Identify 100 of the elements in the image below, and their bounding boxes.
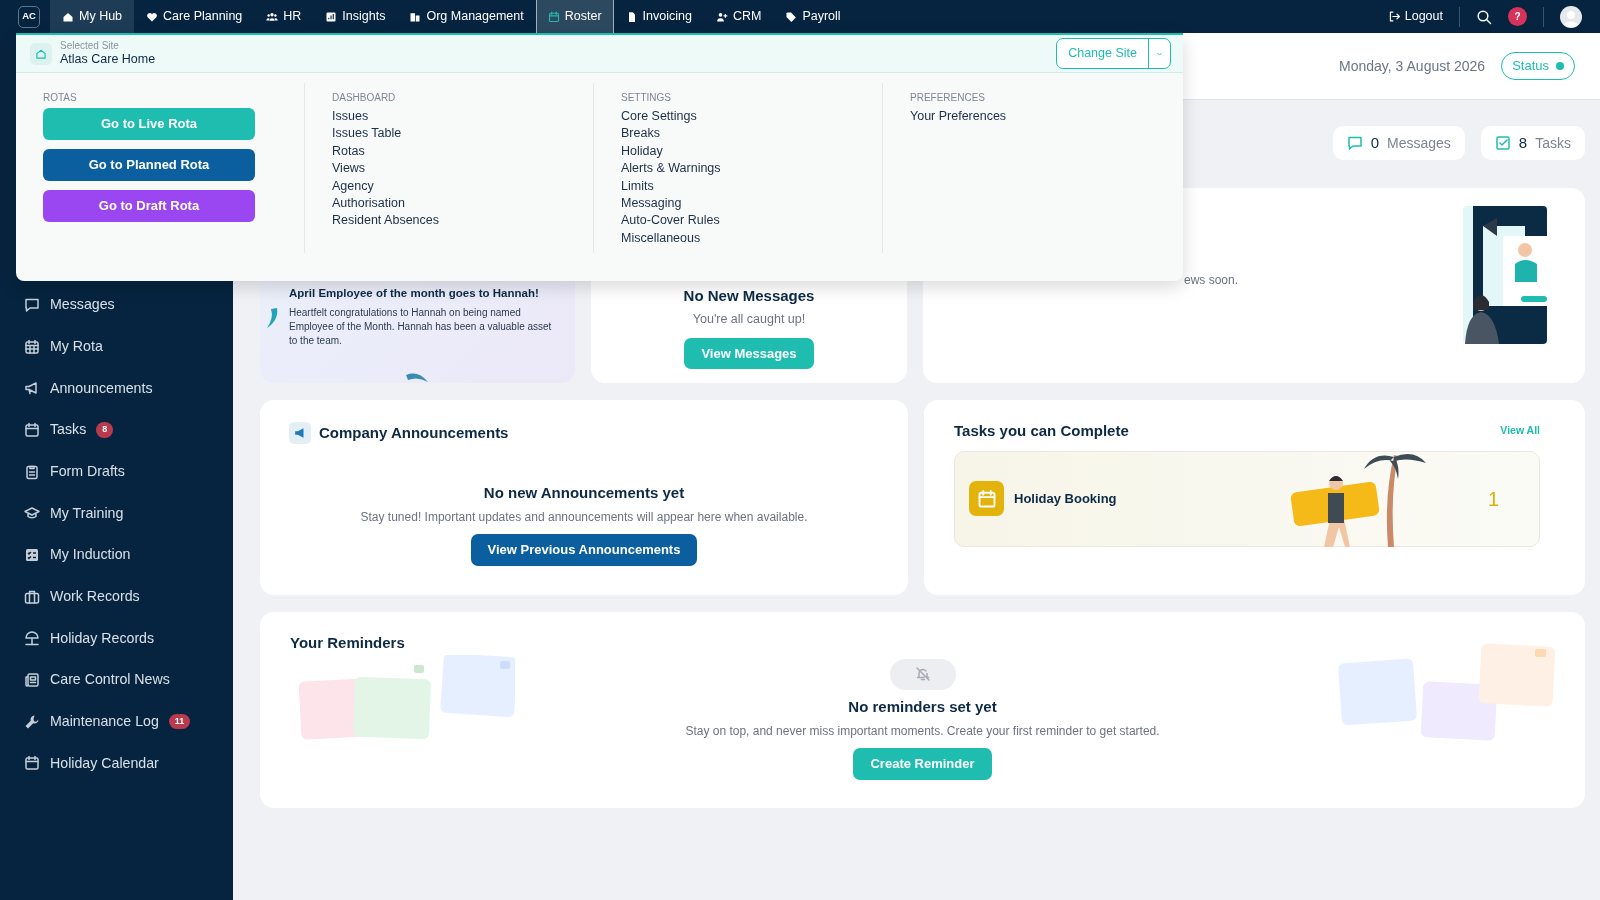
- confetti-shape: [406, 372, 428, 382]
- megaphone-icon: [24, 380, 40, 397]
- briefcase-icon: [24, 588, 40, 605]
- checklist-icon: [24, 546, 40, 563]
- sidebar-label: Work Records: [50, 587, 140, 606]
- view-announcements-button[interactable]: View Previous Announcements: [470, 534, 698, 566]
- sidebar-item[interactable]: Tasks 8: [0, 409, 233, 451]
- menu-heading: DASHBOARD: [332, 91, 397, 105]
- building-icon: [409, 10, 422, 23]
- sidebar-item[interactable]: Holiday Calendar: [0, 742, 233, 785]
- card-title: No New Messages: [683, 286, 815, 307]
- menu-link[interactable]: Agency: [332, 177, 593, 196]
- sidebar-label: Form Drafts: [50, 461, 125, 481]
- heart-icon: [146, 10, 159, 23]
- nav-tab[interactable]: CRM: [703, 0, 774, 33]
- task-row[interactable]: Holiday Booking 1: [954, 450, 1540, 547]
- sidebar-item[interactable]: My Induction: [0, 534, 233, 576]
- menu-heading: ROTAS: [43, 91, 78, 105]
- site-label: Selected Site: [60, 40, 120, 52]
- menu-link[interactable]: Alerts & Warnings: [621, 160, 882, 178]
- menu-link[interactable]: Limits: [621, 177, 882, 196]
- empty-title: No reminders set yet: [848, 696, 997, 717]
- help-button[interactable]: ?: [1508, 7, 1527, 26]
- card-title: Your Reminders: [290, 633, 406, 653]
- card-text: Heartfelt congratulations to Hannah on being named Employee of the Month. Hannah has been a valuable asset to the team.: [289, 306, 553, 349]
- sidebar-label: Maintenance Log: [50, 712, 159, 732]
- sidebar-label: Messages: [50, 295, 115, 315]
- check-box-icon: [1494, 135, 1511, 151]
- menu-link[interactable]: Your Preferences: [910, 108, 1172, 126]
- messages-summary[interactable]: 0 Messages: [1332, 126, 1465, 160]
- search-button[interactable]: [1476, 8, 1492, 25]
- tasks-summary[interactable]: 8 Tasks: [1480, 126, 1585, 160]
- menu-link[interactable]: Rotas: [332, 142, 593, 161]
- menu-link[interactable]: Views: [332, 160, 593, 178]
- sidebar-label: Care Control News: [50, 670, 170, 690]
- menu-link[interactable]: Messaging: [621, 195, 882, 213]
- rota-button[interactable]: Go to Planned Rota: [43, 149, 255, 181]
- sidebar-item[interactable]: Care Control News: [0, 659, 233, 701]
- nav-tab[interactable]: HR: [254, 0, 314, 33]
- summary-label: Messages: [1387, 133, 1451, 153]
- nav-tab[interactable]: Invoicing: [613, 0, 704, 33]
- nav-tab[interactable]: Insights: [313, 0, 398, 33]
- summary-label: Tasks: [1535, 133, 1571, 153]
- card-title: Tasks you can Complete: [954, 421, 1129, 441]
- sidebar-item[interactable]: Form Drafts: [0, 450, 233, 493]
- card-title: Company Announcements: [319, 423, 509, 443]
- calendar-icon: [976, 488, 997, 509]
- nav-tab[interactable]: Care Planning: [134, 0, 255, 33]
- empty-text: Stay tuned! Important updates and announcements will appear here when available.: [360, 509, 808, 526]
- search-icon: [1476, 8, 1492, 25]
- sidebar-label: My Rota: [50, 336, 103, 356]
- sidebar-item[interactable]: My Training: [0, 492, 233, 535]
- empty-title: No new Announcements yet: [483, 482, 685, 503]
- sidebar-label: My Training: [50, 503, 124, 523]
- home-icon: [62, 10, 74, 23]
- menu-link[interactable]: Resident Absences: [332, 212, 593, 230]
- confetti-shape: [267, 308, 279, 328]
- menu-link[interactable]: Authorisation: [332, 195, 593, 213]
- sidebar-item[interactable]: My Rota: [0, 325, 233, 368]
- menu-link[interactable]: Auto-Cover Rules: [621, 212, 882, 230]
- menu-link[interactable]: Core Settings: [621, 108, 882, 126]
- sidebar-item[interactable]: Work Records: [0, 575, 233, 618]
- sidebar-label: Announcements: [50, 378, 153, 398]
- menu-link[interactable]: Breaks: [621, 125, 882, 143]
- nav-tab[interactable]: Payroll: [773, 0, 853, 33]
- card-title: April Employee of the month goes to Hannah!: [289, 286, 540, 301]
- nav-tab[interactable]: Org Management: [397, 0, 536, 33]
- menu-link[interactable]: Miscellaneous: [621, 229, 882, 248]
- rota-button[interactable]: Go to Draft Rota: [43, 190, 255, 222]
- message-icon: [1346, 135, 1363, 151]
- bar-chart-icon: [325, 10, 338, 23]
- count-badge: 8: [96, 422, 114, 438]
- logo[interactable]: AC: [18, 5, 40, 28]
- empty-text: Stay on top, and never miss important moments. Create your first reminder to get started.: [685, 723, 1160, 740]
- menu-link[interactable]: Holiday: [621, 142, 882, 161]
- menu-heading: SETTINGS: [621, 91, 672, 105]
- sidebar-item[interactable]: Messages: [0, 284, 233, 326]
- nav-tab[interactable]: My Hub: [50, 0, 135, 33]
- calendar-grid-icon: [24, 338, 40, 355]
- count-text: 8: [1518, 132, 1528, 153]
- calendar-icon: [24, 755, 40, 772]
- umbrella-icon: [24, 630, 40, 647]
- menu-link[interactable]: Issues: [332, 108, 593, 126]
- menu-link[interactable]: Issues Table: [332, 125, 593, 143]
- task-count: 1: [1487, 486, 1499, 512]
- home-icon: [30, 42, 52, 65]
- newspaper-icon: [24, 672, 40, 689]
- wrench-icon: [24, 713, 40, 730]
- nav-tab[interactable]: Roster: [535, 0, 614, 33]
- logout-link[interactable]: Logout: [1387, 7, 1443, 26]
- calendar-icon: [547, 10, 560, 23]
- task-label: Holiday Booking: [1014, 489, 1117, 508]
- notification-off-icon: [889, 658, 956, 690]
- date-text: Monday, 3 August 2026: [1339, 56, 1486, 76]
- sidebar-item[interactable]: Announcements: [0, 367, 233, 410]
- sidebar-item[interactable]: Holiday Records: [0, 617, 233, 660]
- sidebar-item[interactable]: Maintenance Log 11: [0, 700, 233, 743]
- avatar-icon[interactable]: [1560, 5, 1582, 28]
- card-subtitle: You're all caught up!: [692, 310, 806, 328]
- site-name: Atlas Care Home: [60, 52, 156, 67]
